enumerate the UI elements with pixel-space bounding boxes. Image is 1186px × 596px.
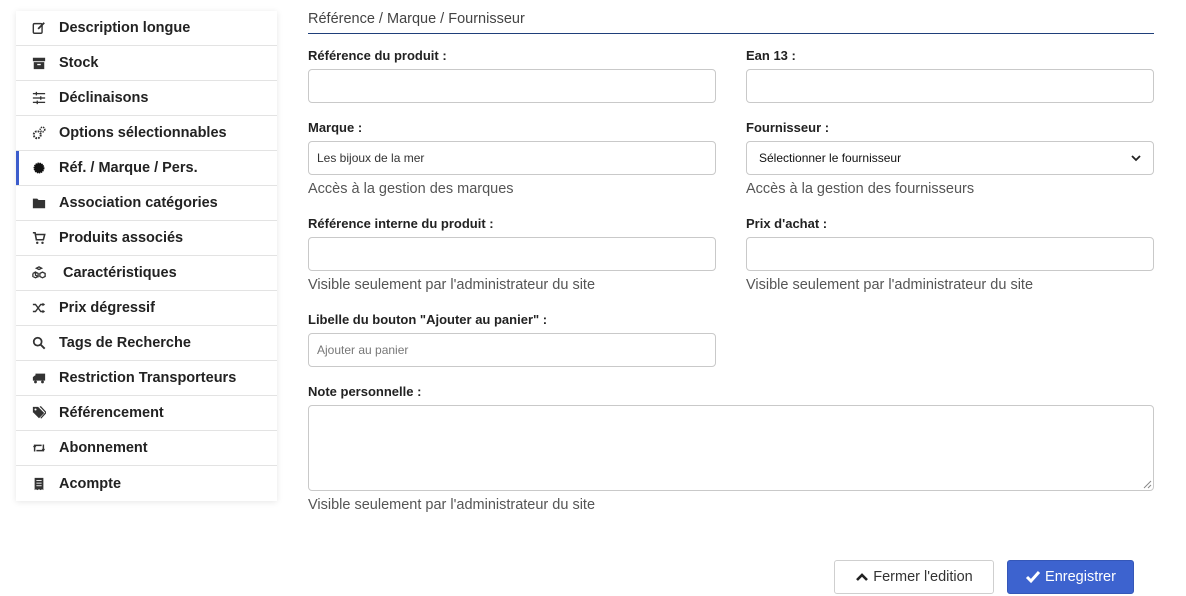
tags-icon <box>31 405 47 421</box>
archive-box-icon <box>31 55 47 71</box>
purchase-price-help: Visible seulement par l'administrateur d… <box>746 277 1034 293</box>
sidebar-item-stock[interactable]: Stock <box>16 46 277 81</box>
sidebar-item-options[interactable]: Options sélectionnables <box>16 116 277 151</box>
supplier-select-value: Sélectionner le fournisseur <box>759 151 902 165</box>
folder-icon <box>31 195 47 211</box>
ean13-label: Ean 13 : <box>746 48 796 63</box>
retweet-icon <box>31 440 47 456</box>
section-title: Référence / Marque / Fournisseur <box>308 11 1154 34</box>
personal-note-label: Note personnelle : <box>308 384 422 399</box>
purchase-price-input[interactable] <box>746 237 1154 271</box>
cubes-icon <box>31 265 47 281</box>
reference-label: Référence du produit : <box>308 48 447 63</box>
sidebar-item-label: Stock <box>59 55 99 71</box>
sidebar-item-caracteristiques[interactable]: Caractéristiques <box>16 256 277 291</box>
ean13-input[interactable] <box>746 69 1154 103</box>
sidebar-item-referencement[interactable]: Référencement <box>16 396 277 431</box>
sidebar-item-acompte[interactable]: Acompte <box>16 466 277 501</box>
sidebar-item-label: Restriction Transporteurs <box>59 370 237 386</box>
cart-button-text-input[interactable] <box>308 333 716 367</box>
supplier-label: Fournisseur : <box>746 120 830 135</box>
sidebar-item-label: Tags de Recherche <box>59 335 191 351</box>
brand-label: Marque : <box>308 120 363 135</box>
sidebar-item-label: Déclinaisons <box>59 90 149 106</box>
personal-note-textarea[interactable] <box>308 405 1154 491</box>
sidebar-item-prix-degressif[interactable]: Prix dégressif <box>16 291 277 326</box>
sidebar-item-label: Réf. / Marque / Pers. <box>59 160 198 176</box>
reference-input[interactable] <box>308 69 716 103</box>
receipt-icon <box>31 476 47 492</box>
close-edit-button[interactable]: Fermer l'edition <box>834 560 994 594</box>
brand-input[interactable] <box>308 141 716 175</box>
supplier-select[interactable]: Sélectionner le fournisseur <box>746 141 1154 175</box>
sidebar-item-label: Options sélectionnables <box>59 125 227 141</box>
sidebar-item-label: Caractéristiques <box>63 265 177 281</box>
sidebar-item-tags-recherche[interactable]: Tags de Recherche <box>16 326 277 361</box>
supplier-management-link[interactable]: Accès à la gestion des fournisseurs <box>746 181 974 197</box>
resize-grip-icon[interactable] <box>1142 479 1152 489</box>
sidebar-item-description-longue[interactable]: Description longue <box>16 11 277 46</box>
cogs-icon <box>31 125 47 141</box>
brand-management-link[interactable]: Accès à la gestion des marques <box>308 181 514 197</box>
internal-reference-label: Référence interne du produit : <box>308 216 494 231</box>
close-edit-label: Fermer l'edition <box>873 569 973 585</box>
search-icon <box>31 335 47 351</box>
cart-icon <box>31 230 47 246</box>
sidebar-item-label: Acompte <box>59 475 122 492</box>
chevron-up-icon <box>855 572 873 582</box>
sidebar-item-label: Référencement <box>59 405 164 421</box>
sidebar-item-restriction-transporteurs[interactable]: Restriction Transporteurs <box>16 361 277 396</box>
internal-reference-help: Visible seulement par l'administrateur d… <box>308 277 596 293</box>
sidebar-item-label: Produits associés <box>59 230 184 246</box>
circle-icon <box>31 160 47 176</box>
sidebar-item-produits-associes[interactable]: Produits associés <box>16 221 277 256</box>
sidebar-item-ref-marque[interactable]: Réf. / Marque / Pers. <box>16 151 277 186</box>
check-icon <box>1025 570 1045 584</box>
chevron-down-icon <box>1131 151 1141 165</box>
sidebar-item-label: Description longue <box>59 20 191 36</box>
cart-button-label: Libelle du bouton "Ajouter au panier" : <box>308 312 548 327</box>
sliders-icon <box>31 90 47 106</box>
save-label: Enregistrer <box>1045 569 1116 585</box>
sidebar-menu: Description longue Stock Déclinaisons Op… <box>16 11 277 501</box>
sidebar-item-label: Prix dégressif <box>59 300 155 316</box>
truck-icon <box>31 370 47 386</box>
save-button[interactable]: Enregistrer <box>1007 560 1134 594</box>
internal-reference-input[interactable] <box>308 237 716 271</box>
sidebar-item-label: Association catégories <box>59 195 218 211</box>
shuffle-icon <box>31 300 47 316</box>
purchase-price-label: Prix d'achat : <box>746 216 828 231</box>
sidebar-item-association-categories[interactable]: Association catégories <box>16 186 277 221</box>
edit-icon <box>31 20 47 36</box>
sidebar-item-declinaisons[interactable]: Déclinaisons <box>16 81 277 116</box>
sidebar-item-label: Abonnement <box>59 440 148 456</box>
personal-note-help: Visible seulement par l'administrateur d… <box>308 497 596 513</box>
sidebar-item-abonnement[interactable]: Abonnement <box>16 431 277 466</box>
